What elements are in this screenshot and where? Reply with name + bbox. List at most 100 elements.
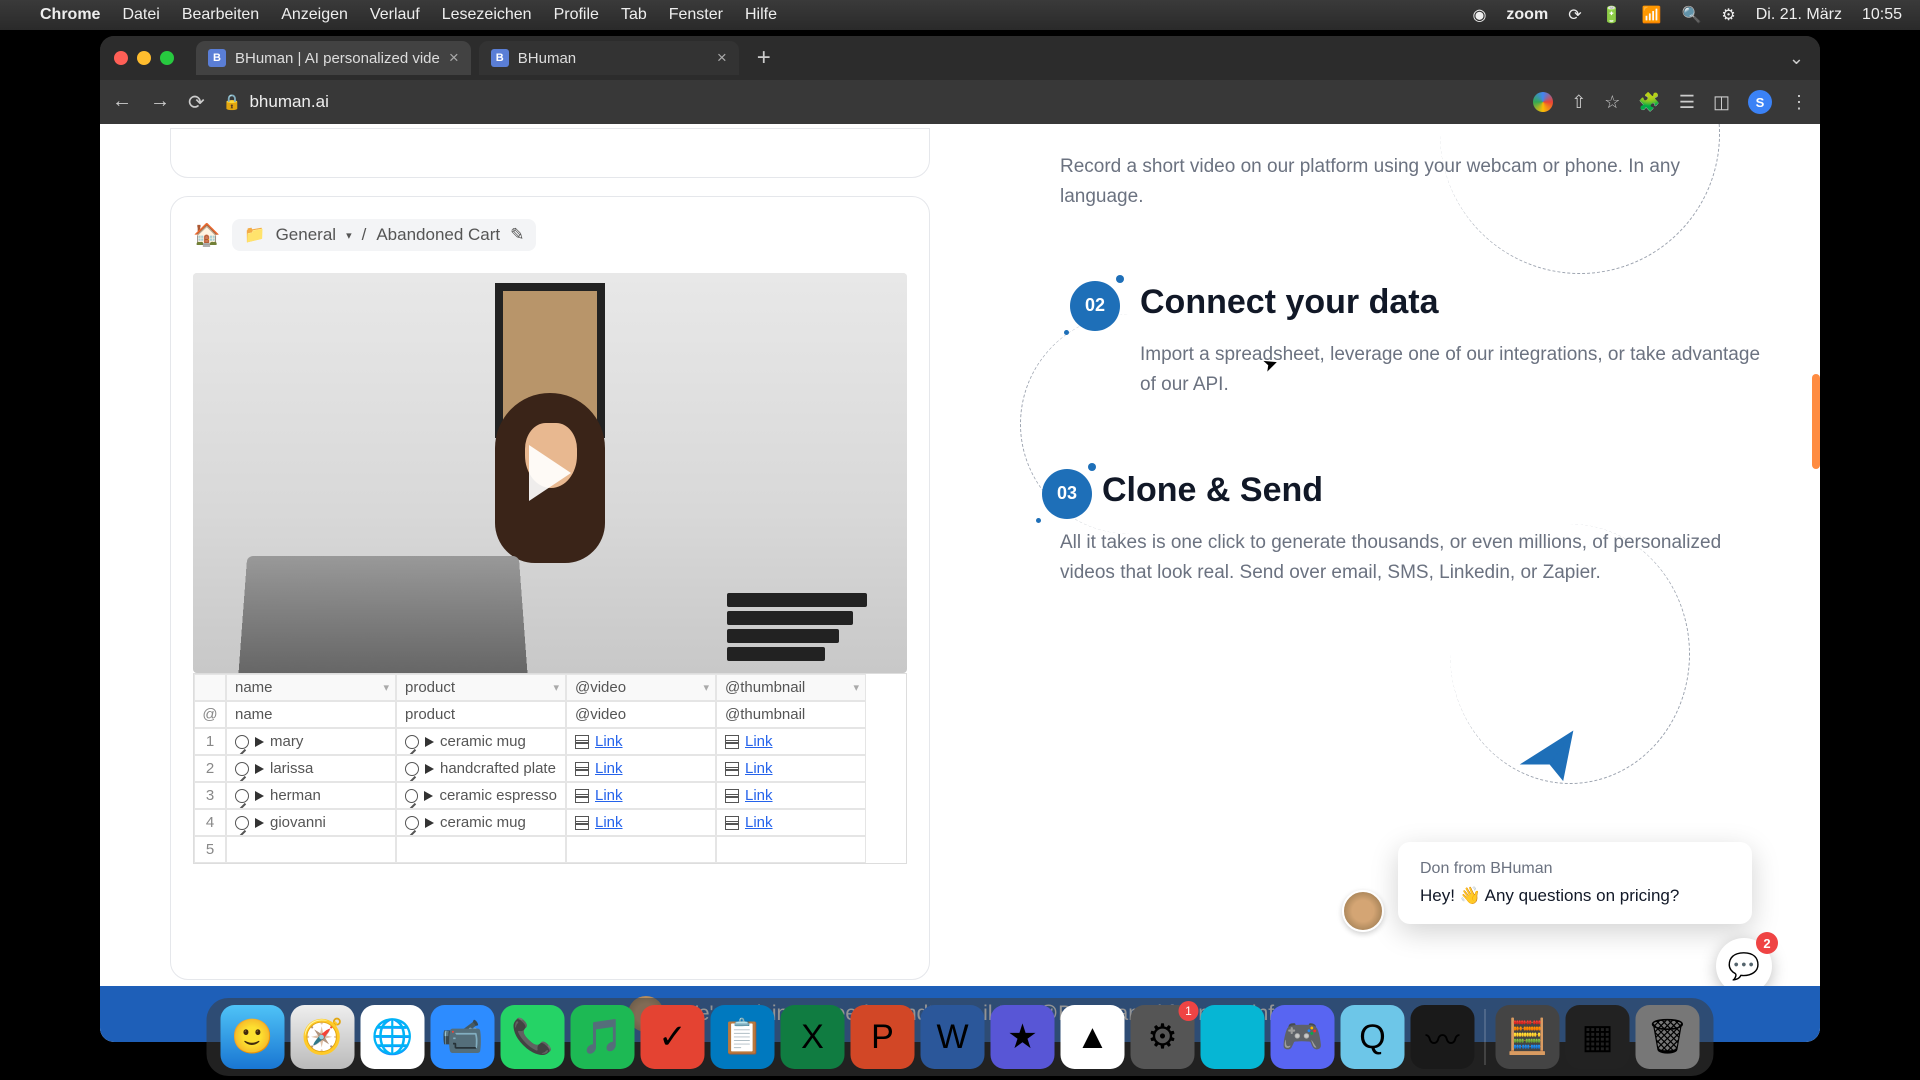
play-icon [255, 818, 264, 828]
edit-icon[interactable]: ✎ [510, 225, 524, 245]
minimize-window-button[interactable] [137, 51, 151, 65]
tab-close-icon[interactable]: × [449, 48, 459, 68]
control-center-icon[interactable]: ⚙ [1721, 5, 1735, 25]
dock-spotify[interactable]: 🎵 [571, 1005, 635, 1069]
video-preview[interactable] [193, 273, 907, 673]
table-row[interactable]: 5 [194, 836, 906, 863]
breadcrumb-sep: / [362, 225, 367, 245]
step-2: 02 Connect your data Import a spreadshee… [1060, 283, 1760, 401]
menubar-app[interactable]: Chrome [40, 6, 100, 24]
dock-quicktime[interactable]: Q [1341, 1005, 1405, 1069]
record-icon[interactable]: ◉ [1472, 5, 1486, 25]
battery-icon[interactable]: 🔋 [1602, 5, 1622, 25]
new-tab-button[interactable]: + [747, 44, 781, 72]
menu-fenster[interactable]: Fenster [669, 6, 723, 24]
dock-whatsapp[interactable]: 📞 [501, 1005, 565, 1069]
demo-card: 🏠 📁 General ▾ / Abandoned Cart ✎ [170, 196, 930, 980]
home-icon[interactable]: 🏠 [193, 222, 220, 248]
lock-icon: 🔒 [223, 93, 242, 111]
dock-trash[interactable]: 🗑 [1636, 1005, 1700, 1069]
mic-icon [235, 789, 249, 803]
tab-inactive[interactable]: B BHuman × [479, 41, 739, 75]
url-input[interactable]: 🔒 bhuman.ai [217, 92, 329, 112]
menu-profile[interactable]: Profile [554, 6, 599, 24]
books-illustration [727, 593, 867, 663]
step-1: Record a short video on our platform usi… [1060, 152, 1760, 213]
step-title: Connect your data [1140, 283, 1760, 322]
dock-imovie[interactable]: ★ [991, 1005, 1055, 1069]
dock-todoist[interactable]: ✓ [641, 1005, 705, 1069]
play-icon[interactable] [529, 445, 571, 501]
tab-active[interactable]: B BHuman | AI personalized vide × [196, 41, 471, 75]
col-product[interactable]: product▾ [396, 674, 566, 701]
table-row[interactable]: 1 mary ceramic mug Link Link [194, 728, 906, 755]
dock-zoom[interactable]: 📹 [431, 1005, 495, 1069]
extensions-icon[interactable]: 🧩 [1638, 92, 1660, 113]
dock-settings[interactable]: ⚙1 [1131, 1005, 1195, 1069]
profile-avatar[interactable]: S [1748, 90, 1772, 114]
chevron-down-icon: ▾ [346, 229, 352, 242]
chrome-menu-icon[interactable]: ⋮ [1790, 92, 1808, 113]
steps-column: Record a short video on our platform usi… [1060, 134, 1760, 658]
favicon-icon: B [208, 49, 226, 67]
dock-audio-app[interactable]: 〰 [1411, 1005, 1475, 1069]
zoom-label[interactable]: zoom [1506, 6, 1548, 24]
scrollbar-thumb[interactable] [1812, 374, 1820, 469]
menu-hilfe[interactable]: Hilfe [745, 6, 777, 24]
tab-close-icon[interactable]: × [717, 48, 727, 68]
menu-bearbeiten[interactable]: Bearbeiten [182, 6, 259, 24]
breadcrumb-chip[interactable]: 📁 General ▾ / Abandoned Cart ✎ [232, 219, 536, 251]
mic-icon [235, 762, 249, 776]
dock-excel[interactable]: X [781, 1005, 845, 1069]
google-lens-icon[interactable] [1533, 92, 1553, 112]
dock-drive[interactable]: ▲ [1061, 1005, 1125, 1069]
dock-calculator[interactable]: 🧮 [1496, 1005, 1560, 1069]
chat-from: Don from BHuman [1420, 860, 1730, 878]
sync-icon[interactable]: ⟳ [1568, 5, 1581, 25]
data-sheet[interactable]: name▾ product▾ @video▾ @thumbnail▾ @ nam… [193, 673, 907, 864]
dock-mission-control[interactable]: ▦ [1566, 1005, 1630, 1069]
laptop-illustration [238, 556, 527, 673]
maximize-window-button[interactable] [160, 51, 174, 65]
sidepanel-icon[interactable]: ◫ [1713, 92, 1730, 113]
forward-button[interactable]: → [150, 90, 170, 115]
menu-anzeigen[interactable]: Anzeigen [281, 6, 348, 24]
mac-dock: 🙂 🧭 🌐 📹 📞 🎵 ✓ 📋 X P W ★ ▲ ⚙1 🎮 Q 〰 🧮 ▦ 🗑 [207, 998, 1714, 1076]
menu-verlauf[interactable]: Verlauf [370, 6, 420, 24]
dock-word[interactable]: W [921, 1005, 985, 1069]
dock-finder[interactable]: 🙂 [221, 1005, 285, 1069]
menubar-date[interactable]: Di. 21. März [1756, 6, 1842, 24]
dock-safari[interactable]: 🧭 [291, 1005, 355, 1069]
bookmark-icon[interactable]: ☆ [1604, 92, 1620, 113]
menu-tab[interactable]: Tab [621, 6, 647, 24]
table-row[interactable]: 3 herman ceramic espresso Link Link [194, 782, 906, 809]
col-video[interactable]: @video▾ [566, 674, 716, 701]
chat-avatar [1342, 890, 1384, 932]
film-icon [575, 789, 589, 803]
play-icon [255, 791, 264, 801]
menubar-time[interactable]: 10:55 [1862, 6, 1902, 24]
close-window-button[interactable] [114, 51, 128, 65]
chat-bubble[interactable]: Don from BHuman Hey! 👋 Any questions on … [1398, 842, 1752, 924]
step-badge: 02 [1070, 281, 1120, 331]
search-icon[interactable]: 🔍 [1681, 5, 1701, 25]
dock-discord[interactable]: 🎮 [1271, 1005, 1335, 1069]
reload-button[interactable]: ⟳ [188, 90, 205, 115]
dock-app-teal[interactable] [1201, 1005, 1265, 1069]
dock-chrome[interactable]: 🌐 [361, 1005, 425, 1069]
menu-datei[interactable]: Datei [122, 6, 159, 24]
breadcrumb-page: Abandoned Cart [376, 225, 500, 245]
table-row[interactable]: 4 giovanni ceramic mug Link Link [194, 809, 906, 836]
menu-lesezeichen[interactable]: Lesezeichen [442, 6, 532, 24]
back-button[interactable]: ← [112, 90, 132, 115]
dock-powerpoint[interactable]: P [851, 1005, 915, 1069]
film-icon [725, 762, 739, 776]
table-row[interactable]: 2 larissa handcrafted plate Link Link [194, 755, 906, 782]
col-thumbnail[interactable]: @thumbnail▾ [716, 674, 866, 701]
reading-list-icon[interactable]: ☰ [1679, 92, 1695, 113]
tabs-overflow-icon[interactable]: ⌄ [1789, 48, 1804, 69]
col-name[interactable]: name▾ [226, 674, 396, 701]
dock-trello[interactable]: 📋 [711, 1005, 775, 1069]
share-icon[interactable]: ⇧ [1571, 92, 1586, 113]
wifi-icon[interactable]: 📶 [1642, 5, 1662, 25]
